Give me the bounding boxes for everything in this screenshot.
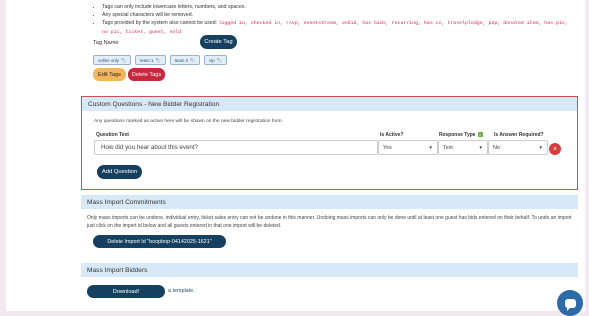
response-type-select[interactable]: Text ▼: [438, 140, 488, 155]
tag-icon: 🏷: [216, 57, 222, 63]
template-text: a template.: [168, 288, 195, 294]
main-content: Tags can only include lowercase letters,…: [6, 0, 585, 316]
delete-import-button[interactable]: Delete Import Id "boopbop-04142025-1621": [93, 235, 226, 248]
mass-import-commitments-panel: Mass Import Commitments Only mass import…: [81, 195, 578, 255]
tag-chip[interactable]: team 2 🏷: [169, 55, 201, 65]
close-icon: ×: [552, 145, 558, 153]
chevron-down-icon: ▼: [478, 145, 483, 150]
col-question-header: Question Text: [96, 132, 129, 138]
add-question-button[interactable]: Add Question: [97, 165, 142, 179]
col-required-header: Is Answer Required?: [494, 132, 544, 138]
col-active-header: Is Active?: [380, 132, 404, 138]
template-link[interactable]: template: [173, 288, 194, 294]
tag-icon: 🏷: [190, 57, 196, 63]
tag-chip[interactable]: online only 🏷: [93, 55, 132, 65]
download-button[interactable]: Download!: [87, 285, 165, 298]
create-tag-button[interactable]: Create Tag: [200, 35, 237, 49]
tag-rule: Tags can only include lowercase letters,…: [102, 3, 574, 11]
chevron-down-icon: ▼: [538, 145, 543, 150]
mass-import-bidders-title: Mass Import Bidders: [81, 263, 578, 277]
custom-questions-description: Any questions marked as active here will…: [94, 119, 283, 124]
tag-chip[interactable]: vip 🏷: [204, 55, 227, 65]
edit-tags-button[interactable]: Edit Tags: [93, 68, 126, 81]
remove-question-button[interactable]: ×: [549, 143, 561, 155]
mass-import-bidders-panel: Mass Import Bidders Download! a template…: [81, 263, 578, 311]
tag-rule: Any special characters will be removed.: [102, 11, 574, 19]
info-icon[interactable]: i: [477, 132, 483, 137]
chat-icon: [564, 298, 576, 311]
question-text-input[interactable]: How did you hear about this event?: [94, 140, 378, 155]
tag-chips: online only 🏷 team 1 🏷 team 2 🏷 vip 🏷: [93, 55, 227, 65]
chevron-down-icon: ▼: [428, 145, 433, 150]
col-type-header: Response Type i: [439, 132, 483, 138]
tag-icon: 🏷: [155, 57, 161, 63]
tag-name-label: Tag Name: [93, 40, 119, 46]
mass-import-commitments-description: Only mass imports can be undone, individ…: [87, 215, 572, 229]
tag-rules: Tags can only include lowercase letters,…: [94, 3, 574, 37]
tag-rule: Tags provided by the system also cannot …: [102, 19, 574, 37]
mass-import-commitments-title: Mass Import Commitments: [81, 195, 578, 209]
chat-button[interactable]: [557, 290, 583, 316]
custom-questions-panel: Custom Questions - New Bidder Registrati…: [81, 96, 578, 190]
tag-icon: 🏷: [121, 57, 127, 63]
delete-tags-button[interactable]: Delete Tags: [128, 68, 165, 81]
right-margin: [585, 0, 589, 311]
tag-chip[interactable]: team 1 🏷: [135, 55, 166, 65]
is-required-select[interactable]: No ▼: [488, 140, 548, 155]
is-active-select[interactable]: Yes ▼: [378, 140, 438, 155]
custom-questions-title: Custom Questions - New Bidder Registrati…: [82, 97, 577, 111]
